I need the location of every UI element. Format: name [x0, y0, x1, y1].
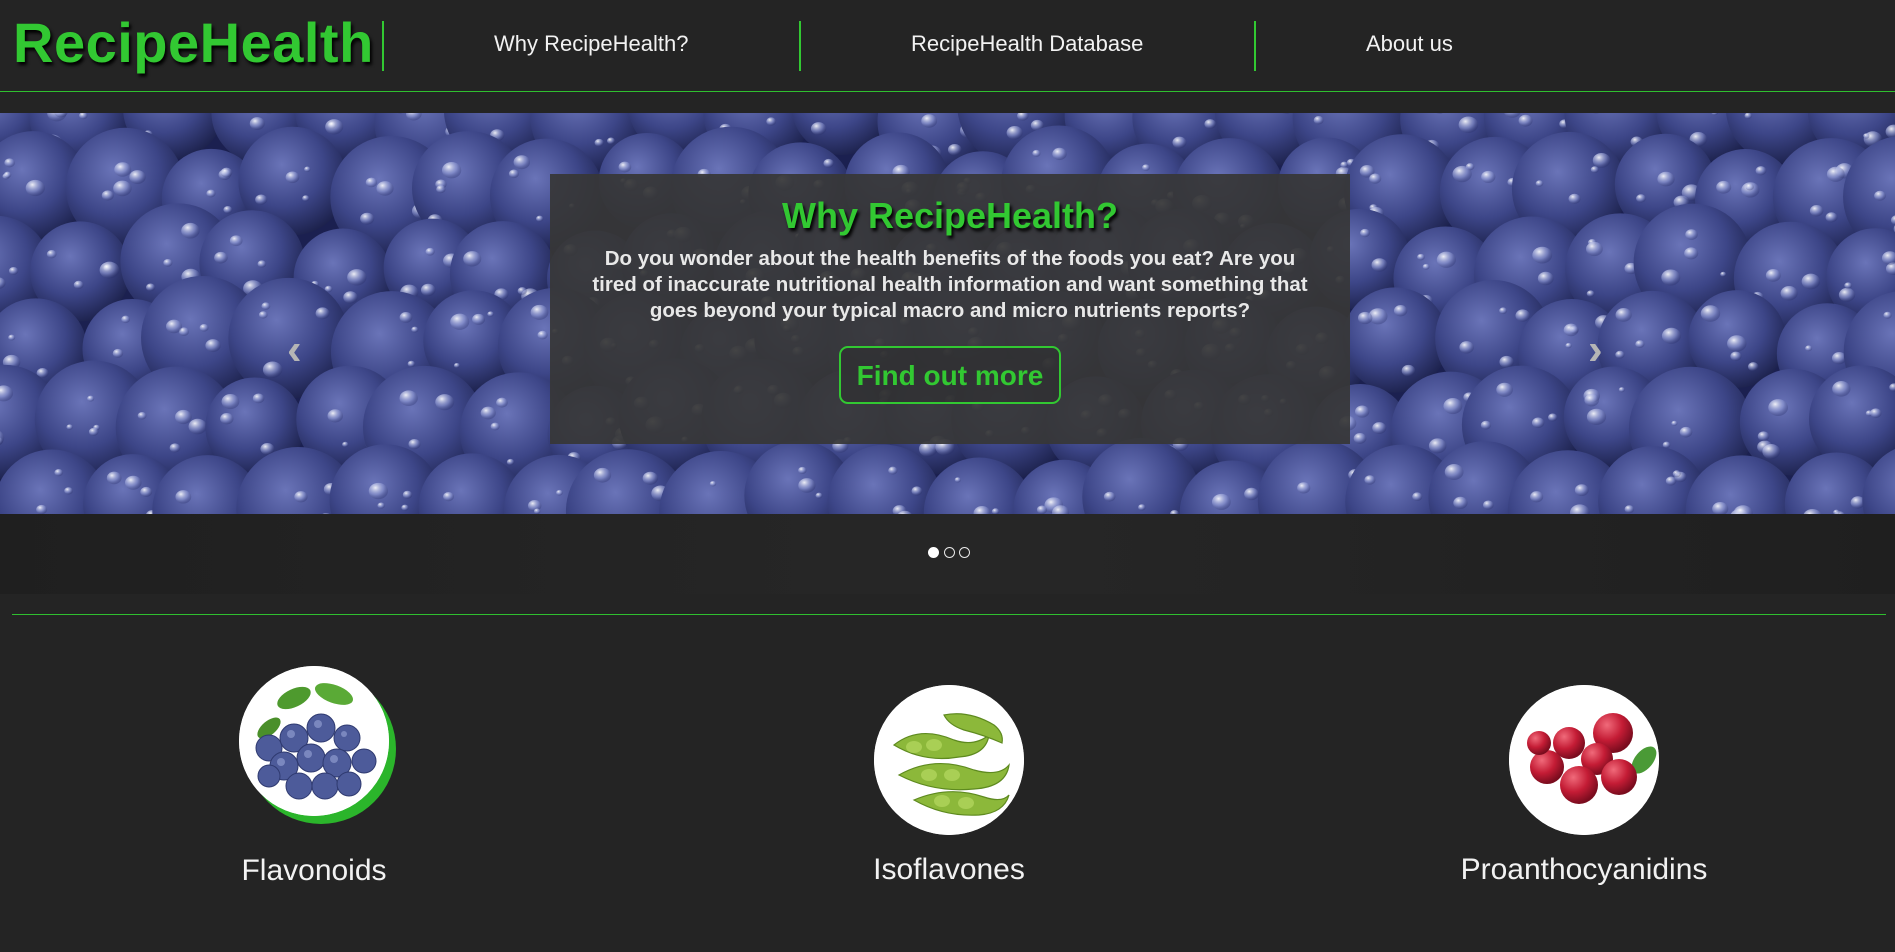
edamame-image[interactable] — [874, 685, 1024, 835]
cranberries-image[interactable] — [1509, 685, 1659, 835]
nav-link-why[interactable]: Why RecipeHealth? — [494, 31, 688, 57]
carousel-description: Do you wonder about the health benefits … — [592, 247, 1308, 322]
carousel-indicator-3[interactable] — [959, 547, 970, 558]
chevron-left-icon[interactable]: ‹ — [287, 328, 302, 372]
brand-logo-link[interactable]: RecipeHealth — [13, 8, 374, 78]
hero-carousel: Why RecipeHealth? Do you wonder about th… — [0, 113, 1895, 514]
top-navbar: RecipeHealth Why RecipeHealth? RecipeHea… — [0, 0, 1895, 92]
carousel-indicator-2[interactable] — [944, 547, 955, 558]
carousel-caption: Why RecipeHealth? Do you wonder about th… — [550, 174, 1350, 444]
feature-label-flavonoids[interactable]: Flavonoids — [114, 854, 514, 888]
feature-label-isoflavones[interactable]: Isoflavones — [749, 853, 1149, 887]
nav-divider — [382, 21, 384, 71]
nav-link-about[interactable]: About us — [1366, 31, 1453, 57]
nav-divider — [799, 21, 801, 71]
carousel-indicator-1[interactable] — [928, 547, 939, 558]
feature-label-proanthocyanidins[interactable]: Proanthocyanidins — [1384, 853, 1784, 887]
chevron-right-icon[interactable]: › — [1588, 328, 1603, 372]
find-out-more-button[interactable]: Find out more — [838, 346, 1062, 404]
carousel-title: Why RecipeHealth? — [781, 195, 1119, 236]
nav-divider — [1254, 21, 1256, 71]
blueberries-image[interactable] — [239, 666, 389, 816]
section-divider — [12, 614, 1886, 615]
nav-link-database[interactable]: RecipeHealth Database — [911, 31, 1143, 57]
